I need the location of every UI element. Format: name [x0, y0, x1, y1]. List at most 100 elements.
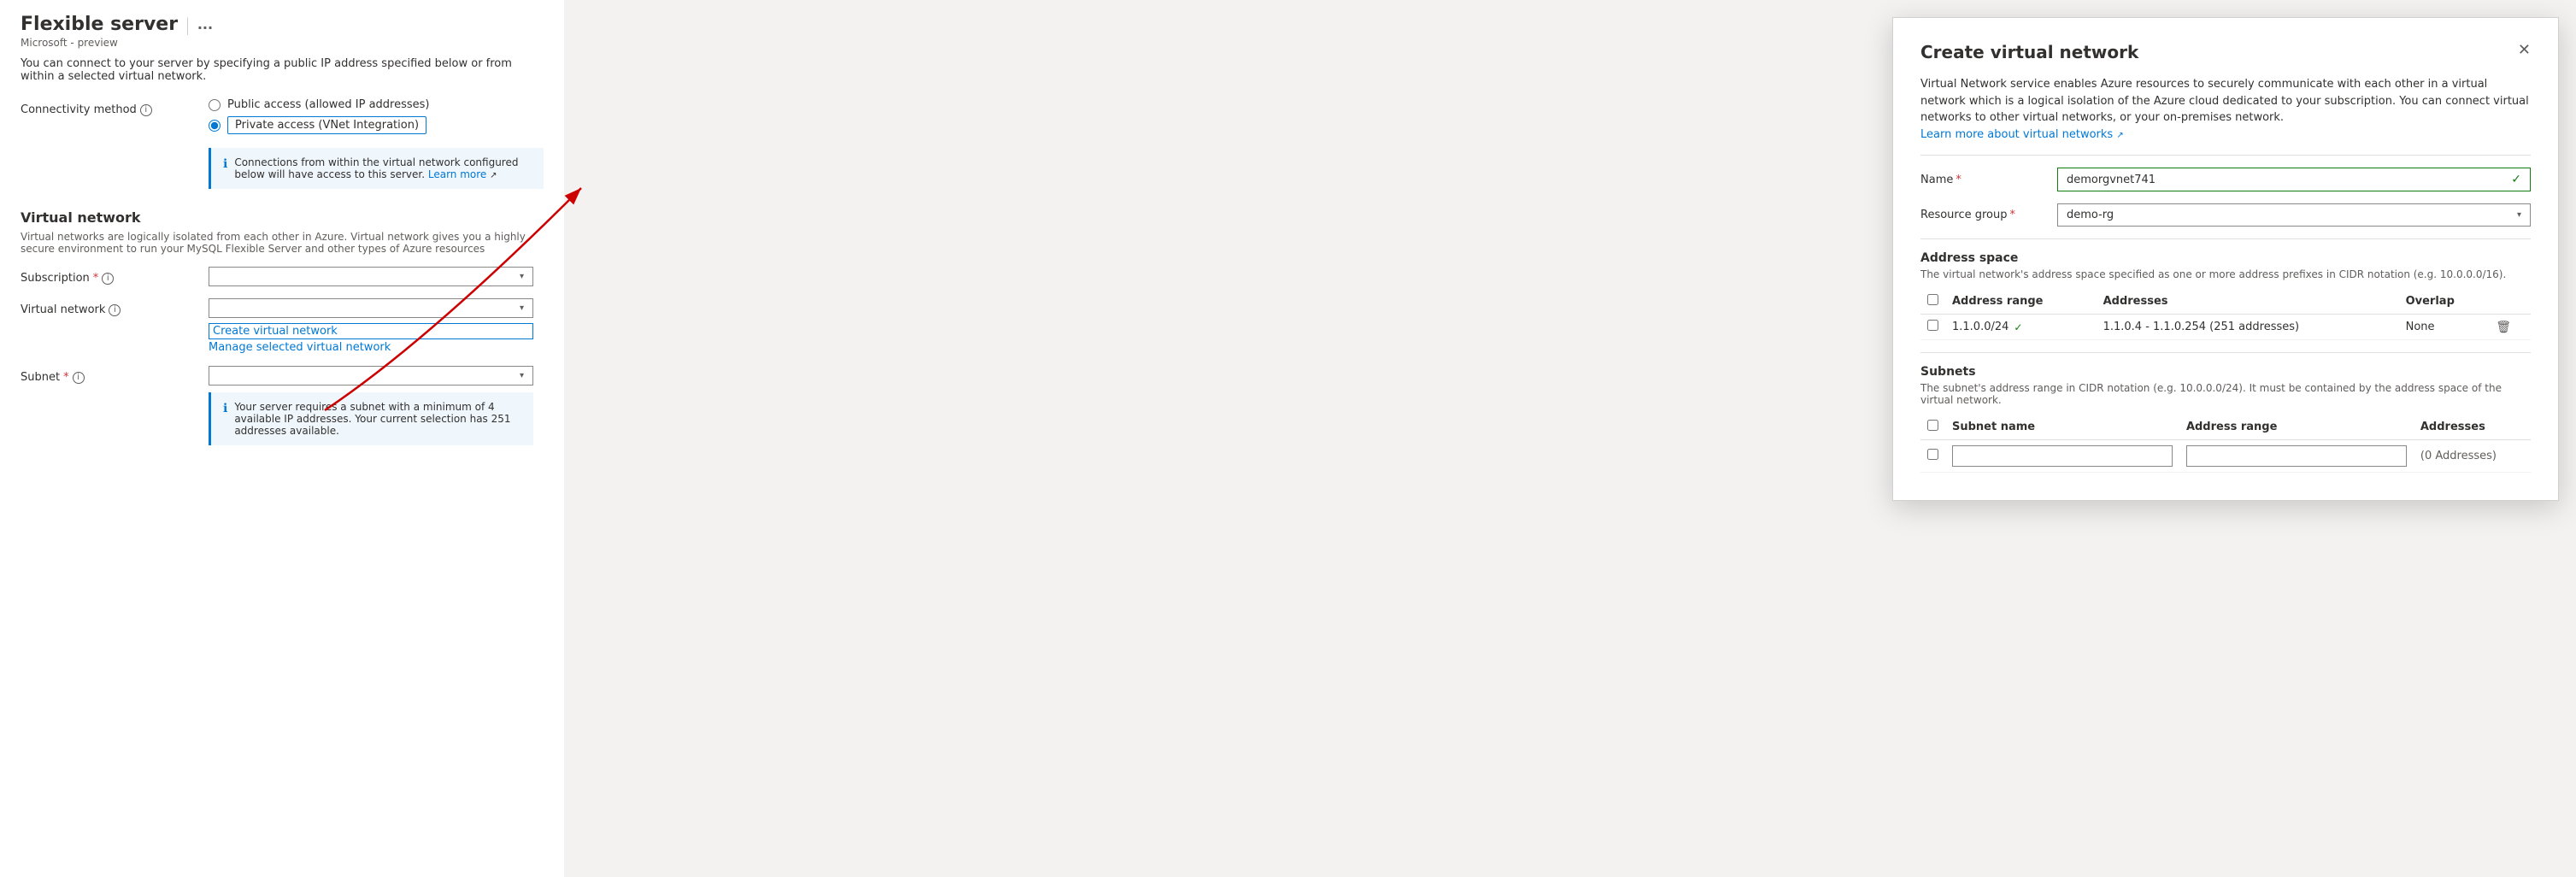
modal-learn-more-link[interactable]: Learn more about virtual networks ↗ — [1920, 128, 2124, 141]
address-space-title: Address space — [1920, 251, 2531, 265]
radio-private-label-box: Private access (VNet Integration) — [227, 116, 426, 134]
addresses-header: Addresses — [2097, 289, 2399, 315]
address-row-checkbox[interactable] — [1927, 320, 1938, 331]
connectivity-label: Connectivity method i — [21, 98, 209, 116]
address-select-all[interactable] — [1927, 294, 1938, 305]
address-table-check-header — [1920, 289, 1945, 315]
subnet-label-text: Subnet — [21, 371, 60, 384]
create-virtual-network-link[interactable]: Create virtual network — [209, 323, 533, 339]
modal-resource-group-value: demo-rg — [2067, 209, 2114, 221]
subnet-label: Subnet * i — [21, 366, 209, 384]
subscription-info-icon[interactable]: i — [102, 273, 114, 285]
external-link-icon: ↗ — [490, 171, 497, 180]
overlap-cell: None — [2399, 315, 2490, 340]
subnet-name-input[interactable] — [1952, 445, 2173, 467]
page-title-text: Flexible server — [21, 14, 178, 35]
modal-name-input[interactable]: demorgvnet741 ✓ — [2057, 168, 2531, 191]
subtitle: Microsoft - preview — [21, 37, 544, 49]
manage-virtual-network-link[interactable]: Manage selected virtual network — [209, 341, 533, 354]
title-more: ... — [197, 16, 213, 32]
connectivity-info-text: Connections from within the virtual netw… — [234, 156, 532, 180]
modal-divider-2 — [1920, 238, 2531, 239]
page-title: Flexible server | ... — [21, 14, 544, 35]
radio-public-access[interactable]: Public access (allowed IP addresses) — [209, 98, 544, 111]
subscription-label-text: Subscription — [21, 272, 90, 285]
address-range-header: Address range — [1945, 289, 2097, 315]
connectivity-info-box: ℹ Connections from within the virtual ne… — [209, 148, 544, 189]
address-range-value: 1.1.0.0/24 — [1952, 321, 2008, 333]
virtual-network-controls: ▾ Create virtual network Manage selected… — [209, 298, 533, 354]
subnet-address-range-header: Address range — [2179, 415, 2414, 440]
radio-public-input[interactable] — [209, 99, 221, 111]
subnet-select-all[interactable] — [1927, 420, 1938, 431]
subnet-info-icon[interactable]: i — [73, 372, 85, 384]
page-description: You can connect to your server by specif… — [21, 57, 544, 83]
address-space-desc: The virtual network's address space spec… — [1920, 268, 2531, 280]
subnet-row-check-cell — [1920, 440, 1945, 473]
subnet-row: (0 Addresses) — [1920, 440, 2531, 473]
virtual-network-dropdown[interactable]: ▾ — [209, 298, 533, 318]
subnet-address-range-input[interactable] — [2186, 445, 2407, 467]
modal-divider-3 — [1920, 352, 2531, 353]
virtual-network-info-icon[interactable]: i — [109, 304, 121, 316]
vnet-links: Create virtual network Manage selected v… — [209, 323, 533, 354]
subnet-info-box: ℹ Your server requires a subnet with a m… — [209, 392, 533, 445]
radio-private-label: Private access (VNet Integration) — [235, 119, 419, 132]
subnet-controls: ▾ ℹ Your server requires a subnet with a… — [209, 366, 533, 445]
modal-resource-group-dropdown[interactable]: demo-rg ▾ — [2057, 203, 2531, 227]
main-content: Flexible server | ... Microsoft - previe… — [0, 0, 564, 877]
connectivity-label-text: Connectivity method — [21, 103, 137, 116]
subnet-row: Subnet * i ▾ ℹ Your server requires a su… — [21, 366, 544, 445]
subscription-row: Subscription * i ▾ — [21, 267, 544, 286]
vnet-section-title: Virtual network — [21, 209, 544, 226]
vnet-section-desc: Virtual networks are logically isolated … — [21, 231, 544, 255]
modal-name-row: Name * demorgvnet741 ✓ — [1920, 168, 2531, 191]
modal-learn-more-icon: ↗ — [2116, 131, 2123, 140]
modal-rg-chevron: ▾ — [2517, 210, 2521, 220]
modal-name-value: demorgvnet741 — [2067, 174, 2155, 186]
subnets-table: Subnet name Address range Addresses (0 A… — [1920, 415, 2531, 473]
modal-description-text: Virtual Network service enables Azure re… — [1920, 78, 2529, 124]
info-box-icon: ℹ — [223, 157, 227, 171]
subscription-required: * — [93, 272, 99, 285]
modal-name-required: * — [1956, 174, 1961, 186]
modal-close-button[interactable]: ✕ — [2518, 42, 2531, 57]
modal-divider-1 — [1920, 155, 2531, 156]
address-table: Address range Addresses Overlap 1.1.0.0/… — [1920, 289, 2531, 340]
virtual-network-label: Virtual network i — [21, 298, 209, 316]
radio-public-label: Public access (allowed IP addresses) — [227, 98, 430, 111]
modal-description: Virtual Network service enables Azure re… — [1920, 76, 2531, 143]
modal-learn-more-text: Learn more about virtual networks — [1920, 128, 2113, 141]
subnet-address-range-cell — [2179, 440, 2414, 473]
subnet-addresses-count: (0 Addresses) — [2420, 450, 2497, 462]
subnet-table-check-header — [1920, 415, 1945, 440]
subscription-chevron: ▾ — [520, 272, 524, 281]
modal-resource-group-label: Resource group * — [1920, 209, 2057, 221]
delete-row-icon[interactable]: 🗑 — [2496, 321, 2511, 334]
delete-cell: 🗑 — [2489, 315, 2531, 340]
subnet-row-checkbox[interactable] — [1927, 449, 1938, 460]
connectivity-learn-more-link[interactable]: Learn more — [428, 168, 486, 180]
modal-rg-required: * — [2010, 209, 2016, 221]
connectivity-method-row: Connectivity method i Public access (all… — [21, 98, 544, 189]
subscription-label: Subscription * i — [21, 267, 209, 285]
modal-resource-group-label-text: Resource group — [1920, 209, 2008, 221]
radio-private-access[interactable]: Private access (VNet Integration) — [209, 116, 544, 134]
create-virtual-network-modal: Create virtual network ✕ Virtual Network… — [1892, 17, 2559, 501]
modal-title: Create virtual network — [1920, 42, 2138, 62]
subnets-title: Subnets — [1920, 365, 2531, 379]
subnet-name-cell — [1945, 440, 2179, 473]
subnet-addresses-header: Addresses — [2414, 415, 2531, 440]
connectivity-info-icon[interactable]: i — [140, 104, 152, 116]
modal-resource-group-row: Resource group * demo-rg ▾ — [1920, 203, 2531, 227]
overlap-header: Overlap — [2399, 289, 2490, 315]
subnet-name-header: Subnet name — [1945, 415, 2179, 440]
subscription-dropdown[interactable]: ▾ — [209, 267, 533, 286]
action-header — [2489, 289, 2531, 315]
address-range-cell: 1.1.0.0/24 ✓ — [1945, 315, 2097, 340]
virtual-network-chevron: ▾ — [520, 303, 524, 313]
addresses-cell: 1.1.0.4 - 1.1.0.254 (251 addresses) — [2097, 315, 2399, 340]
radio-private-input[interactable] — [209, 120, 221, 132]
subnet-dropdown[interactable]: ▾ — [209, 366, 533, 386]
modal-name-label: Name * — [1920, 174, 2057, 186]
